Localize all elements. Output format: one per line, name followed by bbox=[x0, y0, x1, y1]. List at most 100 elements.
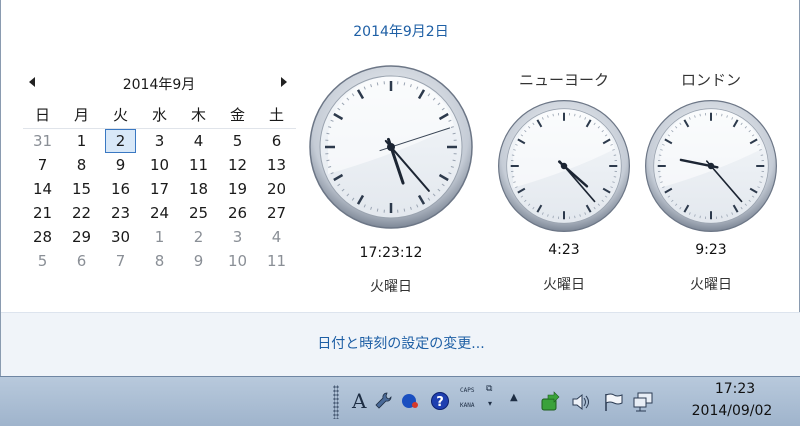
local-clock-day: 火曜日 bbox=[370, 279, 412, 295]
calendar-day[interactable]: 4 bbox=[257, 225, 296, 249]
language-bar-grip[interactable] bbox=[333, 385, 339, 419]
calendar-day[interactable]: 11 bbox=[257, 249, 296, 273]
calendar-day[interactable]: 1 bbox=[62, 129, 101, 153]
calendar-day[interactable]: 10 bbox=[218, 249, 257, 273]
clock-center bbox=[560, 162, 568, 170]
calendar-day[interactable]: 29 bbox=[62, 225, 101, 249]
calendar-day[interactable]: 4 bbox=[179, 129, 218, 153]
minute-tick bbox=[326, 132, 330, 135]
minute-tick bbox=[613, 176, 617, 178]
calendar-day[interactable]: 5 bbox=[218, 129, 257, 153]
long-date-link[interactable]: 2014年9月2日 bbox=[1, 21, 800, 41]
weekday-header: 木 bbox=[190, 106, 206, 124]
ime-dot-icon[interactable] bbox=[400, 391, 418, 411]
weekday-header: 日 bbox=[34, 106, 50, 124]
minute-tick bbox=[721, 215, 723, 219]
clock-center bbox=[387, 143, 395, 151]
minute-tick bbox=[699, 113, 701, 117]
weekday-header: 月 bbox=[73, 106, 89, 124]
change-datetime-settings-link[interactable]: 日付と時刻の設定の変更... bbox=[1, 333, 800, 353]
ime-mode-icon[interactable]: A bbox=[352, 389, 368, 413]
calendar-day[interactable]: 10 bbox=[140, 153, 179, 177]
calendar-day[interactable]: 11 bbox=[179, 153, 218, 177]
calendar-day[interactable]: 9 bbox=[101, 153, 140, 177]
calendar-day[interactable]: 2 bbox=[179, 225, 218, 249]
network-icon[interactable] bbox=[632, 391, 656, 412]
calendar-day[interactable]: 9 bbox=[179, 249, 218, 273]
minute-tick bbox=[721, 113, 723, 117]
svg-text:?: ? bbox=[436, 395, 444, 410]
calendar-day[interactable]: 6 bbox=[257, 129, 296, 153]
calendar-day-today[interactable]: 2 bbox=[105, 129, 136, 153]
minute-tick bbox=[699, 215, 701, 219]
settings-footer: 日付と時刻の設定の変更... bbox=[1, 312, 800, 376]
calendar-day[interactable]: 14 bbox=[23, 177, 62, 201]
london-clock-day: 火曜日 bbox=[690, 277, 732, 293]
weekday-header: 火 bbox=[112, 106, 128, 124]
calendar-day[interactable]: 8 bbox=[140, 249, 179, 273]
minute-tick bbox=[452, 159, 456, 162]
taskbar: A ? CAPS KANA ⧉ ▾ ▲ 17:23 2014/09/02 bbox=[0, 376, 800, 426]
calendar-day[interactable]: 3 bbox=[140, 129, 179, 153]
calendar-day[interactable]: 21 bbox=[23, 201, 62, 225]
calendar-day[interactable]: 31 bbox=[23, 129, 62, 153]
calendar-day[interactable]: 13 bbox=[257, 153, 296, 177]
kana-indicator: KANA bbox=[460, 402, 475, 409]
minute-tick bbox=[326, 159, 330, 162]
calendar-day[interactable]: 17 bbox=[140, 177, 179, 201]
calendar-day[interactable]: 27 bbox=[257, 201, 296, 225]
taskbar-clock-time[interactable]: 17:23 bbox=[680, 381, 790, 397]
calendar-day[interactable]: 6 bbox=[62, 249, 101, 273]
calendar-day[interactable]: 26 bbox=[218, 201, 257, 225]
datetime-flyout: 2014年9月2日 2014年9月 日月火水木金土 31 1 2 3 4 5 6 7 8 9 10 11… bbox=[0, 0, 800, 376]
calendar-month-title[interactable]: 2014年9月 bbox=[23, 74, 295, 94]
weekday-header: 金 bbox=[229, 106, 245, 124]
minute-tick bbox=[658, 154, 662, 156]
calendar-day[interactable]: 7 bbox=[101, 249, 140, 273]
london-clock-name: ロンドン bbox=[680, 71, 741, 89]
calendar-nav: 2014年9月 bbox=[23, 74, 295, 94]
volume-icon[interactable] bbox=[570, 391, 592, 411]
minute-tick bbox=[452, 132, 456, 135]
calendar-day[interactable]: 28 bbox=[23, 225, 62, 249]
local-clock bbox=[308, 64, 474, 230]
calendar-day[interactable]: 22 bbox=[62, 201, 101, 225]
help-icon[interactable]: ? bbox=[430, 391, 449, 411]
minute-tick bbox=[658, 176, 662, 178]
calendar-day[interactable]: 23 bbox=[101, 201, 140, 225]
minute-tick bbox=[403, 208, 406, 212]
calendar-day[interactable]: 19 bbox=[218, 177, 257, 201]
minute-tick bbox=[376, 208, 379, 212]
minute-tick bbox=[574, 215, 576, 219]
show-hidden-icon[interactable]: ▲ bbox=[510, 392, 518, 403]
calendar-day[interactable]: 18 bbox=[179, 177, 218, 201]
calendar-day[interactable]: 20 bbox=[257, 177, 296, 201]
calendar-day[interactable]: 3 bbox=[218, 225, 257, 249]
weekday-header: 土 bbox=[268, 106, 284, 124]
wrench-icon[interactable] bbox=[374, 391, 392, 411]
taskbar-clock-date[interactable]: 2014/09/02 bbox=[672, 403, 792, 419]
calendar-day[interactable]: 12 bbox=[218, 153, 257, 177]
calendar-day[interactable]: 8 bbox=[62, 153, 101, 177]
calendar-day[interactable]: 15 bbox=[62, 177, 101, 201]
ime-pad-icon[interactable]: ⧉ bbox=[486, 384, 492, 394]
ime-dropdown-icon[interactable]: ▾ bbox=[488, 399, 492, 408]
minute-tick bbox=[376, 82, 379, 86]
calendar-day[interactable]: 24 bbox=[140, 201, 179, 225]
calendar-day[interactable]: 16 bbox=[101, 177, 140, 201]
minute-tick bbox=[552, 113, 554, 117]
calendar-day[interactable]: 30 bbox=[101, 225, 140, 249]
calendar-day[interactable]: 1 bbox=[140, 225, 179, 249]
calendar-day[interactable]: 5 bbox=[23, 249, 62, 273]
next-month-icon[interactable] bbox=[281, 77, 287, 87]
newyork-clock-day: 火曜日 bbox=[543, 277, 585, 293]
calendar-day[interactable]: 25 bbox=[179, 201, 218, 225]
minute-tick bbox=[403, 82, 406, 86]
calendar-day[interactable]: 7 bbox=[23, 153, 62, 177]
action-center-flag-icon[interactable] bbox=[602, 391, 624, 411]
minute-tick bbox=[552, 215, 554, 219]
minute-tick bbox=[760, 154, 764, 156]
minute-tick bbox=[760, 176, 764, 178]
network-sync-icon[interactable] bbox=[540, 391, 562, 411]
local-clock-time: 17:23:12 bbox=[359, 245, 423, 261]
